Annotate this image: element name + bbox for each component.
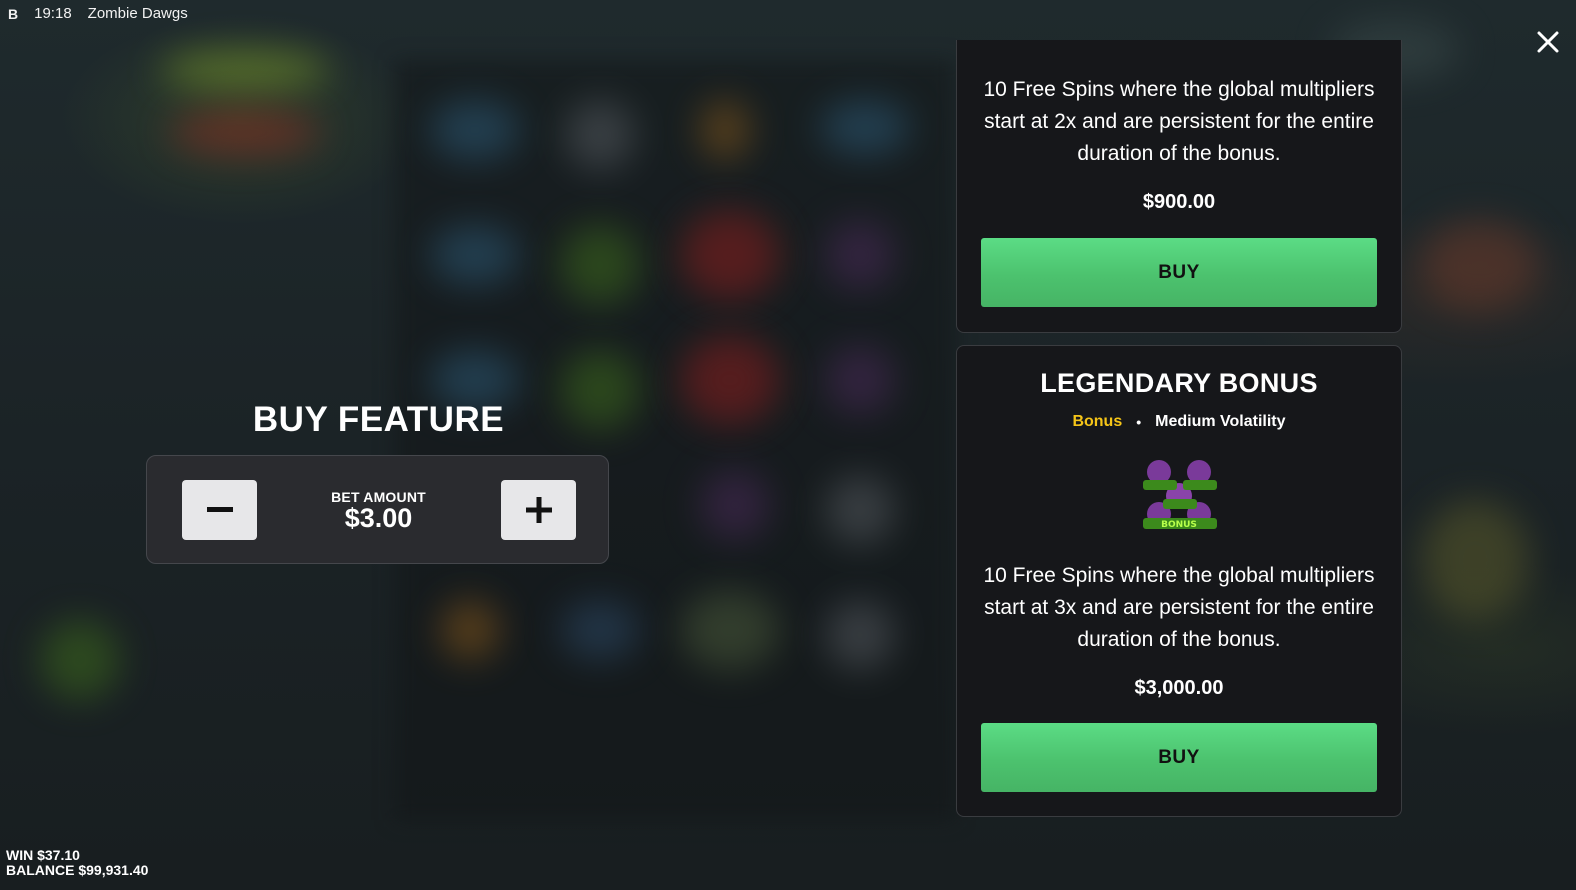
close-button[interactable] [1536, 30, 1560, 54]
balance-row: BALANCE $99,931.40 [6, 863, 148, 878]
feature-description: 10 Free Spins where the global multiplie… [983, 78, 1375, 165]
background-blur [825, 345, 895, 415]
balance-label: BALANCE [6, 862, 75, 878]
background-blur [160, 50, 330, 90]
brand-logo: B [8, 5, 19, 22]
background-blur [430, 225, 520, 285]
feature-price: $900.00 [1142, 191, 1216, 213]
background-blur [430, 100, 520, 160]
clock: 19:18 [34, 5, 72, 22]
background-blur [170, 110, 320, 155]
background-blur [825, 475, 895, 545]
background-blur [700, 470, 770, 540]
background-blur [40, 620, 120, 700]
game-title: Zombie Dawgs [87, 5, 188, 22]
status-bar: B 19:18 Zombie Dawgs [8, 5, 188, 22]
background-blur [440, 600, 500, 660]
bet-amount-display: BET AMOUNT $3.00 [297, 489, 460, 533]
background-blur [565, 100, 635, 170]
legendary-bonus-card: LEGENDARY BONUS Bonus • Medium Volatilit… [956, 345, 1402, 817]
feature-price: $3,000.00 [1134, 677, 1224, 699]
minus-icon [206, 507, 233, 512]
decrease-bet-button[interactable] [182, 480, 257, 540]
bet-amount-value: $3.00 [344, 503, 413, 533]
background-blur [560, 225, 640, 305]
feature-title: LEGENDARY BONUS [1040, 368, 1318, 398]
balance-value: $99,931.40 [78, 862, 149, 878]
background-blur [700, 100, 750, 160]
bonus-art-text: BONUS [1161, 520, 1197, 530]
background-blur [560, 600, 640, 660]
background-blur [820, 100, 910, 155]
win-label: WIN [6, 847, 34, 863]
reels-backdrop [395, 60, 955, 820]
plus-icon [525, 497, 552, 523]
background-blur [825, 600, 895, 670]
wallet-info: WIN $37.10 BALANCE $99,931.40 [6, 848, 148, 878]
bet-amount-panel: BET AMOUNT $3.00 [146, 455, 609, 564]
background-blur [1420, 500, 1530, 620]
background-blur [680, 335, 780, 425]
background-blur [825, 220, 895, 290]
bonus-symbol-icon: BONUS [1143, 460, 1217, 530]
buy-feature-title: BUY FEATURE [252, 400, 505, 439]
feature-tags: Bonus • Medium Volatility [957, 413, 1401, 431]
feature-type-tag: Bonus [1072, 413, 1123, 430]
win-row: WIN $37.10 [6, 848, 148, 863]
volatility-tag: Medium Volatility [1155, 413, 1286, 430]
background-blur [680, 590, 780, 670]
increase-bet-button[interactable] [501, 480, 576, 540]
win-value: $37.10 [37, 847, 80, 863]
tag-separator: • [1136, 414, 1142, 430]
close-icon [1537, 31, 1559, 53]
background-blur [1420, 220, 1540, 310]
feature-description: 10 Free Spins where the global multiplie… [983, 564, 1375, 651]
feature-card: 10 Free Spins where the global multiplie… [956, 40, 1402, 333]
background-blur [680, 210, 780, 300]
buy-button[interactable]: BUY [981, 723, 1377, 792]
buy-button[interactable]: BUY [981, 238, 1377, 307]
